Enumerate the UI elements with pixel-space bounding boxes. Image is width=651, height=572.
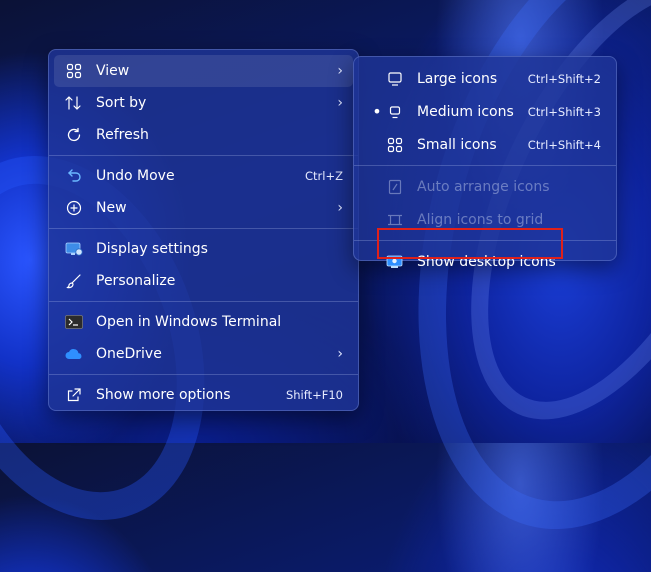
menu-item-shortcut: Ctrl+Shift+3 (527, 104, 601, 119)
menu-separator (49, 301, 358, 302)
menu-item-personalize[interactable]: Personalize (54, 265, 353, 297)
menu-item-label: OneDrive (96, 346, 162, 362)
refresh-icon (64, 125, 84, 145)
menu-item-label: Display settings (96, 241, 208, 257)
menu-item-label: New (96, 200, 127, 216)
menu-separator (49, 374, 358, 375)
sort-icon (64, 93, 84, 113)
menu-separator (49, 155, 358, 156)
terminal-icon (64, 312, 84, 332)
share-icon (64, 385, 84, 405)
menu-item-label: Undo Move (96, 168, 175, 184)
menu-item-label: Large icons (417, 70, 498, 87)
menu-item-shortcut: Shift+F10 (285, 388, 343, 402)
selected-dot-icon: • (372, 102, 382, 121)
grid-icon (385, 135, 405, 155)
menu-item-onedrive[interactable]: OneDrive › (54, 338, 353, 370)
menu-item-shortcut: Ctrl+Shift+4 (527, 137, 601, 152)
chevron-right-icon: › (337, 200, 343, 216)
menu-item-label: Show more options (96, 387, 231, 403)
chevron-right-icon: › (337, 63, 343, 79)
submenu-item-medium-icons[interactable]: • Medium icons Ctrl+Shift+3 (359, 95, 611, 128)
menu-item-sort-by[interactable]: Sort by › (54, 87, 353, 119)
submenu-item-auto-arrange[interactable]: Auto arrange icons (359, 170, 611, 203)
menu-item-label: Open in Windows Terminal (96, 314, 282, 330)
undo-icon (64, 166, 84, 186)
brush-icon (64, 271, 84, 291)
menu-item-label: Small icons (417, 136, 497, 153)
cloud-icon (64, 344, 84, 364)
menu-separator (49, 228, 358, 229)
menu-item-label: Auto arrange icons (417, 178, 550, 195)
chevron-right-icon: › (337, 95, 343, 111)
auto-arrange-icon (385, 177, 405, 197)
menu-item-shortcut: Ctrl+Z (305, 169, 343, 183)
submenu-item-small-icons[interactable]: Small icons Ctrl+Shift+4 (359, 128, 611, 161)
menu-item-display-settings[interactable]: Display settings (54, 233, 353, 265)
highlight-box (377, 228, 563, 259)
grid-icon (64, 61, 84, 81)
menu-item-undo-move[interactable]: Undo Move Ctrl+Z (54, 160, 353, 192)
menu-item-label: View (96, 63, 130, 79)
menu-item-new[interactable]: New › (54, 192, 353, 224)
menu-item-label: Align icons to grid (417, 211, 544, 228)
menu-item-show-more-options[interactable]: Show more options Shift+F10 (54, 379, 353, 411)
chevron-right-icon: › (337, 346, 343, 362)
menu-item-refresh[interactable]: Refresh (54, 119, 353, 151)
menu-item-label: Refresh (96, 127, 149, 143)
menu-item-label: Personalize (96, 273, 176, 289)
align-grid-icon (385, 210, 405, 230)
menu-item-label: Medium icons (417, 103, 514, 120)
menu-item-view[interactable]: View › (54, 55, 353, 87)
menu-separator (354, 165, 616, 166)
submenu-item-large-icons[interactable]: Large icons Ctrl+Shift+2 (359, 62, 611, 95)
monitor-icon (385, 69, 405, 89)
menu-item-label: Sort by (96, 95, 147, 111)
monitor-small-icon (385, 102, 405, 122)
menu-item-open-terminal[interactable]: Open in Windows Terminal (54, 306, 353, 338)
menu-item-shortcut: Ctrl+Shift+2 (527, 71, 601, 86)
display-icon (64, 239, 84, 259)
add-circle-icon (64, 198, 84, 218)
desktop-context-menu: View › Sort by › Refresh Undo Move Ctrl+… (48, 49, 359, 411)
